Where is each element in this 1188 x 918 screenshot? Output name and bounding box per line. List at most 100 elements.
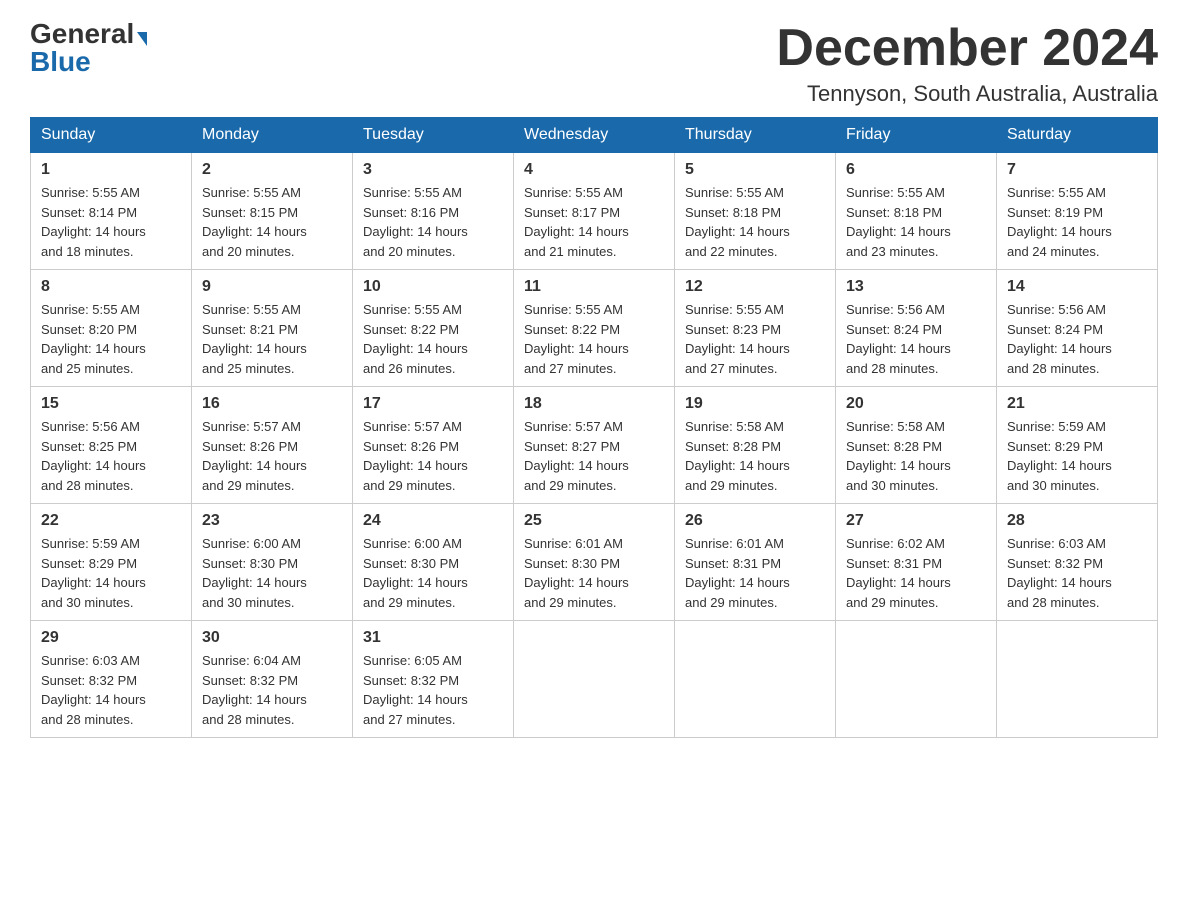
calendar-cell: 11 Sunrise: 5:55 AMSunset: 8:22 PMDaylig… (514, 270, 675, 387)
calendar-cell (675, 621, 836, 738)
page-header: General Blue December 2024 Tennyson, Sou… (30, 20, 1158, 107)
sun-info: Sunrise: 5:55 AMSunset: 8:18 PMDaylight:… (685, 185, 790, 259)
title-area: December 2024 Tennyson, South Australia,… (776, 20, 1158, 107)
day-number: 30 (202, 629, 342, 647)
sun-info: Sunrise: 6:03 AMSunset: 8:32 PMDaylight:… (41, 653, 146, 727)
logo-triangle-icon (137, 32, 147, 46)
sun-info: Sunrise: 5:55 AMSunset: 8:22 PMDaylight:… (363, 302, 468, 376)
sun-info: Sunrise: 5:57 AMSunset: 8:27 PMDaylight:… (524, 419, 629, 493)
sun-info: Sunrise: 5:55 AMSunset: 8:18 PMDaylight:… (846, 185, 951, 259)
calendar-cell: 22 Sunrise: 5:59 AMSunset: 8:29 PMDaylig… (31, 504, 192, 621)
day-number: 5 (685, 161, 825, 179)
calendar-cell: 28 Sunrise: 6:03 AMSunset: 8:32 PMDaylig… (997, 504, 1158, 621)
day-number: 10 (363, 278, 503, 296)
day-number: 25 (524, 512, 664, 530)
day-number: 19 (685, 395, 825, 413)
day-number: 24 (363, 512, 503, 530)
col-sunday: Sunday (31, 118, 192, 153)
calendar-cell: 1 Sunrise: 5:55 AMSunset: 8:14 PMDayligh… (31, 153, 192, 270)
day-number: 17 (363, 395, 503, 413)
calendar-cell: 21 Sunrise: 5:59 AMSunset: 8:29 PMDaylig… (997, 387, 1158, 504)
sun-info: Sunrise: 6:01 AMSunset: 8:30 PMDaylight:… (524, 536, 629, 610)
calendar-cell: 12 Sunrise: 5:55 AMSunset: 8:23 PMDaylig… (675, 270, 836, 387)
sun-info: Sunrise: 5:55 AMSunset: 8:23 PMDaylight:… (685, 302, 790, 376)
day-number: 3 (363, 161, 503, 179)
calendar-cell: 4 Sunrise: 5:55 AMSunset: 8:17 PMDayligh… (514, 153, 675, 270)
week-row-3: 15 Sunrise: 5:56 AMSunset: 8:25 PMDaylig… (31, 387, 1158, 504)
sun-info: Sunrise: 5:55 AMSunset: 8:19 PMDaylight:… (1007, 185, 1112, 259)
day-number: 4 (524, 161, 664, 179)
day-number: 26 (685, 512, 825, 530)
calendar-cell: 24 Sunrise: 6:00 AMSunset: 8:30 PMDaylig… (353, 504, 514, 621)
sun-info: Sunrise: 5:57 AMSunset: 8:26 PMDaylight:… (202, 419, 307, 493)
calendar-cell: 3 Sunrise: 5:55 AMSunset: 8:16 PMDayligh… (353, 153, 514, 270)
sun-info: Sunrise: 5:59 AMSunset: 8:29 PMDaylight:… (41, 536, 146, 610)
week-row-4: 22 Sunrise: 5:59 AMSunset: 8:29 PMDaylig… (31, 504, 1158, 621)
day-number: 11 (524, 278, 664, 296)
week-row-5: 29 Sunrise: 6:03 AMSunset: 8:32 PMDaylig… (31, 621, 1158, 738)
month-title: December 2024 (776, 20, 1158, 77)
calendar-cell: 6 Sunrise: 5:55 AMSunset: 8:18 PMDayligh… (836, 153, 997, 270)
calendar-cell: 20 Sunrise: 5:58 AMSunset: 8:28 PMDaylig… (836, 387, 997, 504)
day-number: 12 (685, 278, 825, 296)
calendar-cell: 31 Sunrise: 6:05 AMSunset: 8:32 PMDaylig… (353, 621, 514, 738)
calendar-cell: 29 Sunrise: 6:03 AMSunset: 8:32 PMDaylig… (31, 621, 192, 738)
calendar-cell: 17 Sunrise: 5:57 AMSunset: 8:26 PMDaylig… (353, 387, 514, 504)
day-number: 8 (41, 278, 181, 296)
calendar-cell: 10 Sunrise: 5:55 AMSunset: 8:22 PMDaylig… (353, 270, 514, 387)
sun-info: Sunrise: 5:55 AMSunset: 8:16 PMDaylight:… (363, 185, 468, 259)
calendar-cell: 14 Sunrise: 5:56 AMSunset: 8:24 PMDaylig… (997, 270, 1158, 387)
calendar-cell: 5 Sunrise: 5:55 AMSunset: 8:18 PMDayligh… (675, 153, 836, 270)
sun-info: Sunrise: 6:01 AMSunset: 8:31 PMDaylight:… (685, 536, 790, 610)
calendar-table: Sunday Monday Tuesday Wednesday Thursday… (30, 117, 1158, 738)
logo: General Blue (30, 20, 147, 76)
sun-info: Sunrise: 5:55 AMSunset: 8:22 PMDaylight:… (524, 302, 629, 376)
calendar-cell: 30 Sunrise: 6:04 AMSunset: 8:32 PMDaylig… (192, 621, 353, 738)
day-number: 21 (1007, 395, 1147, 413)
day-number: 22 (41, 512, 181, 530)
day-number: 9 (202, 278, 342, 296)
col-tuesday: Tuesday (353, 118, 514, 153)
sun-info: Sunrise: 5:55 AMSunset: 8:15 PMDaylight:… (202, 185, 307, 259)
header-row: Sunday Monday Tuesday Wednesday Thursday… (31, 118, 1158, 153)
sun-info: Sunrise: 6:05 AMSunset: 8:32 PMDaylight:… (363, 653, 468, 727)
sun-info: Sunrise: 5:58 AMSunset: 8:28 PMDaylight:… (685, 419, 790, 493)
col-friday: Friday (836, 118, 997, 153)
day-number: 1 (41, 161, 181, 179)
week-row-2: 8 Sunrise: 5:55 AMSunset: 8:20 PMDayligh… (31, 270, 1158, 387)
calendar-cell: 13 Sunrise: 5:56 AMSunset: 8:24 PMDaylig… (836, 270, 997, 387)
sun-info: Sunrise: 6:04 AMSunset: 8:32 PMDaylight:… (202, 653, 307, 727)
location-title: Tennyson, South Australia, Australia (776, 81, 1158, 107)
day-number: 31 (363, 629, 503, 647)
col-wednesday: Wednesday (514, 118, 675, 153)
logo-blue-text: Blue (30, 46, 91, 77)
day-number: 27 (846, 512, 986, 530)
calendar-cell (836, 621, 997, 738)
calendar-cell: 23 Sunrise: 6:00 AMSunset: 8:30 PMDaylig… (192, 504, 353, 621)
calendar-cell: 7 Sunrise: 5:55 AMSunset: 8:19 PMDayligh… (997, 153, 1158, 270)
day-number: 2 (202, 161, 342, 179)
sun-info: Sunrise: 5:59 AMSunset: 8:29 PMDaylight:… (1007, 419, 1112, 493)
day-number: 29 (41, 629, 181, 647)
calendar-cell: 25 Sunrise: 6:01 AMSunset: 8:30 PMDaylig… (514, 504, 675, 621)
calendar-cell: 15 Sunrise: 5:56 AMSunset: 8:25 PMDaylig… (31, 387, 192, 504)
calendar-cell: 26 Sunrise: 6:01 AMSunset: 8:31 PMDaylig… (675, 504, 836, 621)
sun-info: Sunrise: 5:55 AMSunset: 8:17 PMDaylight:… (524, 185, 629, 259)
sun-info: Sunrise: 6:00 AMSunset: 8:30 PMDaylight:… (202, 536, 307, 610)
week-row-1: 1 Sunrise: 5:55 AMSunset: 8:14 PMDayligh… (31, 153, 1158, 270)
calendar-cell: 19 Sunrise: 5:58 AMSunset: 8:28 PMDaylig… (675, 387, 836, 504)
logo-general-line: General (30, 20, 147, 48)
sun-info: Sunrise: 5:56 AMSunset: 8:25 PMDaylight:… (41, 419, 146, 493)
calendar-cell: 27 Sunrise: 6:02 AMSunset: 8:31 PMDaylig… (836, 504, 997, 621)
col-thursday: Thursday (675, 118, 836, 153)
sun-info: Sunrise: 6:00 AMSunset: 8:30 PMDaylight:… (363, 536, 468, 610)
sun-info: Sunrise: 5:55 AMSunset: 8:20 PMDaylight:… (41, 302, 146, 376)
sun-info: Sunrise: 5:56 AMSunset: 8:24 PMDaylight:… (1007, 302, 1112, 376)
sun-info: Sunrise: 5:57 AMSunset: 8:26 PMDaylight:… (363, 419, 468, 493)
day-number: 28 (1007, 512, 1147, 530)
sun-info: Sunrise: 5:55 AMSunset: 8:21 PMDaylight:… (202, 302, 307, 376)
sun-info: Sunrise: 5:56 AMSunset: 8:24 PMDaylight:… (846, 302, 951, 376)
sun-info: Sunrise: 5:58 AMSunset: 8:28 PMDaylight:… (846, 419, 951, 493)
day-number: 6 (846, 161, 986, 179)
day-number: 20 (846, 395, 986, 413)
